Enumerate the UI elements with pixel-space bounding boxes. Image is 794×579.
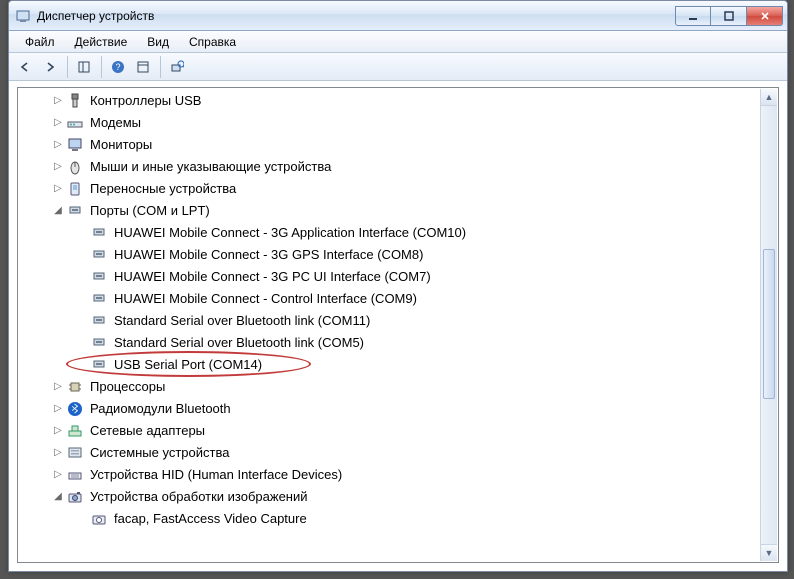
properties-button[interactable] [131, 55, 155, 79]
toolbar-separator [160, 56, 161, 78]
tree-item[interactable]: HUAWEI Mobile Connect - Control Interfac… [18, 288, 778, 310]
menu-view[interactable]: Вид [137, 33, 179, 51]
tree-item[interactable]: HUAWEI Mobile Connect - 3G GPS Interface… [18, 244, 778, 266]
tree-item[interactable]: HUAWEI Mobile Connect - 3G Application I… [18, 222, 778, 244]
show-hide-tree-button[interactable] [72, 55, 96, 79]
tree-item-label: Контроллеры USB [88, 90, 203, 112]
tree-category[interactable]: ▷ Контроллеры USB [18, 90, 778, 112]
maximize-button[interactable] [711, 6, 747, 26]
menu-action[interactable]: Действие [65, 33, 138, 51]
tree-container: ▷ Контроллеры USB ▷ Модемы ▷ Мониторы ▷ … [17, 87, 779, 563]
tree-category[interactable]: ◢ Устройства обработки изображений [18, 486, 778, 508]
tree-category[interactable]: ▷ Модемы [18, 112, 778, 134]
cpu-icon [66, 379, 84, 395]
tree-item[interactable]: facap, FastAccess Video Capture [18, 508, 778, 530]
expand-icon[interactable]: ▷ [50, 420, 66, 442]
window-title: Диспетчер устройств [37, 9, 675, 23]
tree-item[interactable]: Standard Serial over Bluetooth link (COM… [18, 332, 778, 354]
sys-icon [66, 445, 84, 461]
mouse-icon [66, 159, 84, 175]
help-button[interactable]: ? [106, 55, 130, 79]
menu-help[interactable]: Справка [179, 33, 246, 51]
port-icon [90, 269, 108, 285]
back-button[interactable] [13, 55, 37, 79]
minimize-button[interactable] [675, 6, 711, 26]
tree-item-label: HUAWEI Mobile Connect - 3G Application I… [112, 222, 468, 244]
port-icon [90, 247, 108, 263]
expand-icon[interactable]: ▷ [50, 90, 66, 112]
toolbar-separator [101, 56, 102, 78]
monitor-icon [66, 137, 84, 153]
tree-item-label: Мониторы [88, 134, 154, 156]
menu-file[interactable]: Файл [15, 33, 65, 51]
toolbar-separator [67, 56, 68, 78]
scroll-down-arrow-icon[interactable]: ▼ [761, 544, 777, 561]
expand-icon[interactable]: ▷ [50, 442, 66, 464]
tree-item-label: Сетевые адаптеры [88, 420, 207, 442]
imaging-icon [66, 489, 84, 505]
tree-item-label: Порты (COM и LPT) [88, 200, 212, 222]
port-icon [66, 203, 84, 219]
tree-item-label: Системные устройства [88, 442, 231, 464]
port-icon [90, 335, 108, 351]
tree-item-label: HUAWEI Mobile Connect - 3G GPS Interface… [112, 244, 425, 266]
modem-icon [66, 115, 84, 131]
hid-icon [66, 467, 84, 483]
tree-item-label: Радиомодули Bluetooth [88, 398, 233, 420]
tree-category[interactable]: ▷ Мыши и иные указывающие устройства [18, 156, 778, 178]
tree-category[interactable]: ▷ Сетевые адаптеры [18, 420, 778, 442]
tree-category[interactable]: ▷ Мониторы [18, 134, 778, 156]
tree-item[interactable]: Standard Serial over Bluetooth link (COM… [18, 310, 778, 332]
expand-icon[interactable]: ▷ [50, 464, 66, 486]
tree-category[interactable]: ▷ Переносные устройства [18, 178, 778, 200]
tree-item-label: Устройства обработки изображений [88, 486, 310, 508]
usb-icon [66, 93, 84, 109]
device-tree[interactable]: ▷ Контроллеры USB ▷ Модемы ▷ Мониторы ▷ … [18, 88, 778, 562]
expand-icon[interactable]: ▷ [50, 376, 66, 398]
tree-category[interactable]: ▷ Системные устройства [18, 442, 778, 464]
net-icon [66, 423, 84, 439]
toolbar: ? [9, 53, 787, 81]
highlight-ellipse [66, 351, 311, 377]
app-icon [15, 8, 31, 24]
tree-item[interactable]: HUAWEI Mobile Connect - 3G PC UI Interfa… [18, 266, 778, 288]
tree-item-label: Переносные устройства [88, 178, 238, 200]
tree-item-label: facap, FastAccess Video Capture [112, 508, 309, 530]
tree-item-label: HUAWEI Mobile Connect - 3G PC UI Interfa… [112, 266, 433, 288]
port-icon [90, 291, 108, 307]
collapse-icon[interactable]: ◢ [50, 200, 66, 222]
tree-category[interactable]: ▷ Процессоры [18, 376, 778, 398]
cam-icon [90, 511, 108, 527]
tree-category[interactable]: ▷ Радиомодули Bluetooth [18, 398, 778, 420]
tree-item-label: Standard Serial over Bluetooth link (COM… [112, 310, 372, 332]
scroll-thumb[interactable] [763, 249, 775, 399]
tree-item-label: Процессоры [88, 376, 167, 398]
close-button[interactable] [747, 6, 783, 26]
tree-item-label: Модемы [88, 112, 143, 134]
menubar: Файл Действие Вид Справка [9, 31, 787, 53]
svg-text:?: ? [115, 62, 120, 72]
port-icon [90, 225, 108, 241]
forward-button[interactable] [38, 55, 62, 79]
expand-icon[interactable]: ▷ [50, 156, 66, 178]
expand-icon[interactable]: ▷ [50, 178, 66, 200]
titlebar[interactable]: Диспетчер устройств [9, 1, 787, 31]
expand-icon[interactable]: ▷ [50, 112, 66, 134]
tree-item-label: HUAWEI Mobile Connect - Control Interfac… [112, 288, 419, 310]
bt-icon [66, 401, 84, 417]
device-manager-window: Диспетчер устройств Файл Действие Вид Сп… [8, 0, 788, 572]
window-controls [675, 6, 783, 26]
expand-icon[interactable]: ▷ [50, 134, 66, 156]
vertical-scrollbar[interactable]: ▲ ▼ [760, 89, 777, 561]
tree-item-label: Устройства HID (Human Interface Devices) [88, 464, 344, 486]
port-icon [90, 313, 108, 329]
portable-icon [66, 181, 84, 197]
scan-hardware-button[interactable] [165, 55, 189, 79]
expand-icon[interactable]: ▷ [50, 398, 66, 420]
tree-item-label: Мыши и иные указывающие устройства [88, 156, 333, 178]
tree-category[interactable]: ◢ Порты (COM и LPT) [18, 200, 778, 222]
scroll-up-arrow-icon[interactable]: ▲ [761, 89, 777, 106]
tree-category[interactable]: ▷ Устройства HID (Human Interface Device… [18, 464, 778, 486]
collapse-icon[interactable]: ◢ [50, 486, 66, 508]
